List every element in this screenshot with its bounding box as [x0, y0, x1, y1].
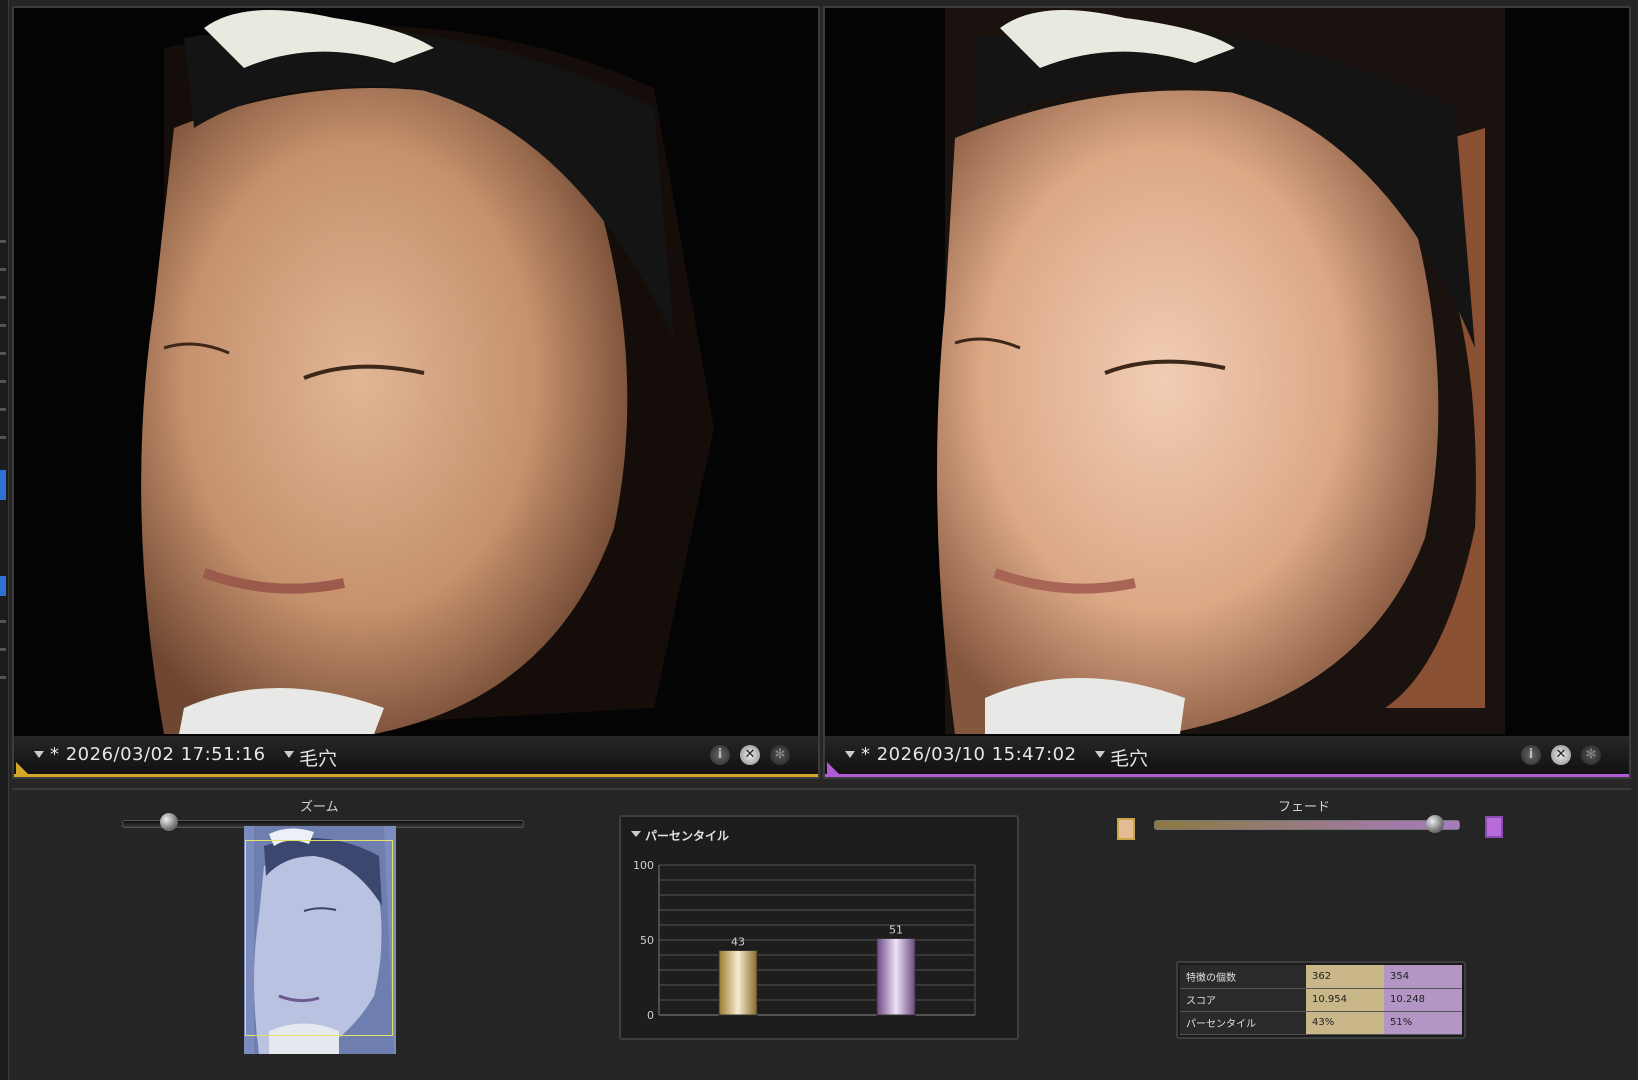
corner-marker — [827, 762, 839, 774]
bar — [718, 950, 758, 1016]
bar — [876, 938, 916, 1016]
close-icon[interactable]: ✕ — [740, 745, 760, 765]
before-value: 362 — [1306, 965, 1384, 989]
table-row: パーセンタイル 43% 51% — [1180, 1011, 1462, 1035]
after-value: 354 — [1384, 965, 1462, 989]
analysis-mode-dropdown[interactable]: 毛穴 — [299, 744, 337, 771]
chevron-down-icon[interactable] — [34, 751, 44, 758]
row-label: パーセンタイル — [1180, 1011, 1306, 1035]
image-panel-before[interactable]: * 2026/03/02 17:51:16 毛穴 i ✕ ✻ — [12, 6, 820, 779]
chevron-down-icon[interactable] — [1095, 751, 1105, 758]
chevron-down-icon[interactable] — [284, 751, 294, 758]
caption-bar-before: * 2026/03/02 17:51:16 毛穴 i ✕ ✻ — [14, 736, 818, 777]
chevron-down-icon[interactable] — [845, 751, 855, 758]
after-color-swatch[interactable] — [1485, 816, 1503, 838]
face-photo-before[interactable] — [14, 8, 818, 734]
after-value: 51% — [1384, 1011, 1462, 1035]
after-value: 10.248 — [1384, 988, 1462, 1012]
fade-label: フェード — [1278, 800, 1331, 815]
image-panel-after[interactable]: * 2026/03/10 15:47:02 毛穴 i ✕ ✻ — [823, 6, 1631, 779]
capture-date-dropdown[interactable]: * 2026/03/10 15:47:02 — [861, 744, 1077, 765]
left-edge-strip — [0, 0, 9, 1080]
row-label: スコア — [1180, 988, 1306, 1012]
navigator-viewport-frame[interactable] — [245, 840, 393, 1036]
before-color-swatch[interactable] — [1117, 818, 1135, 840]
accent-line — [825, 774, 1629, 777]
analysis-mode-dropdown[interactable]: 毛穴 — [1110, 744, 1148, 771]
info-icon[interactable]: i — [710, 745, 730, 765]
before-value: 10.954 — [1306, 988, 1384, 1012]
accent-line — [14, 774, 818, 777]
gear-icon[interactable]: ✻ — [1581, 745, 1601, 765]
caption-bar-after: * 2026/03/10 15:47:02 毛穴 i ✕ ✻ — [825, 736, 1629, 777]
capture-date-dropdown[interactable]: * 2026/03/02 17:51:16 — [50, 744, 266, 765]
table-row: 特徴の個数 362 354 — [1180, 965, 1462, 989]
zoom-label: ズーム — [300, 800, 339, 815]
fade-slider-handle[interactable] — [1425, 815, 1444, 833]
gear-icon[interactable]: ✻ — [770, 745, 790, 765]
stats-table: 特徴の個数 362 354 スコア 10.954 10.248 パーセンタイル … — [1176, 961, 1466, 1039]
close-icon[interactable]: ✕ — [1551, 745, 1571, 765]
control-panel: ズーム パーセンタイル 0 50 100 43 51 フェード 特徴の個数 36… — [12, 788, 1631, 1078]
info-icon[interactable]: i — [1521, 745, 1541, 765]
y-tick-label: 50 — [640, 934, 654, 947]
row-label: 特徴の個数 — [1180, 965, 1306, 989]
percentile-chart-panel: パーセンタイル 0 50 100 43 51 — [619, 815, 1019, 1040]
table-row: スコア 10.954 10.248 — [1180, 988, 1462, 1012]
bar-value-label: 43 — [731, 936, 745, 949]
y-tick-label: 0 — [647, 1009, 654, 1022]
y-tick-label: 100 — [633, 859, 654, 872]
percentile-bar-chart: 0 50 100 43 51 — [633, 859, 976, 1022]
before-value: 43% — [1306, 1011, 1384, 1035]
fade-slider-track[interactable] — [1154, 820, 1460, 830]
corner-marker — [16, 762, 28, 774]
zoom-slider-handle[interactable] — [160, 813, 179, 831]
face-photo-after[interactable] — [825, 8, 1629, 734]
bar-value-label: 51 — [889, 924, 903, 937]
